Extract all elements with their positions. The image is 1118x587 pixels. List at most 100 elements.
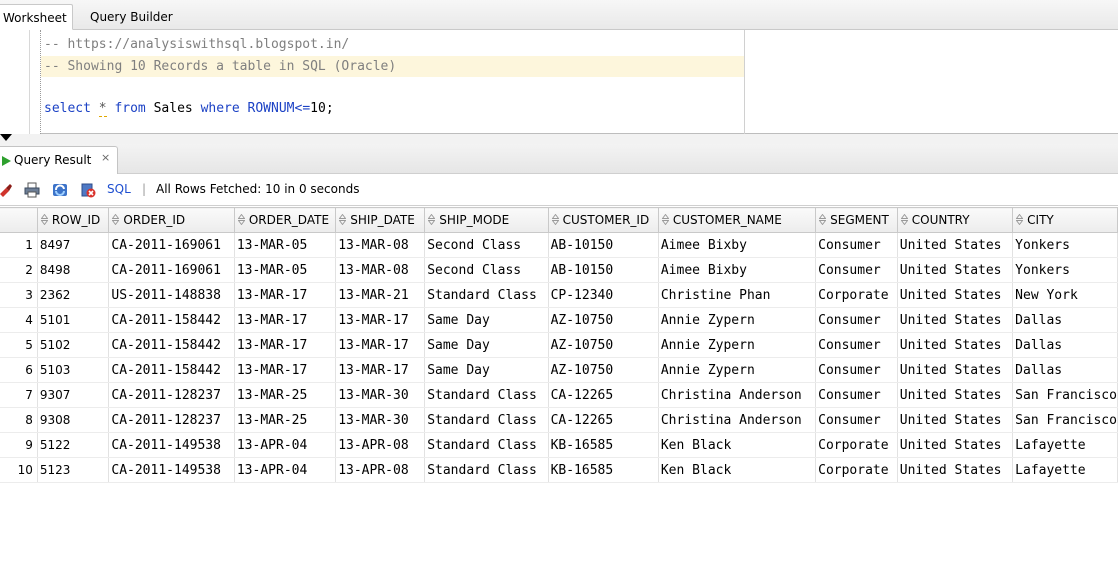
table-cell[interactable]: Consumer	[815, 382, 898, 408]
table-cell[interactable]: Standard Class	[424, 382, 549, 408]
table-cell[interactable]: Lafayette	[1012, 457, 1118, 483]
table-row[interactable]: 3 2362 US-2011-148838 13-MAR-17 13-MAR-21 Sta…	[0, 282, 1118, 308]
table-cell[interactable]: United States	[897, 332, 1014, 358]
table-cell[interactable]: AB-10150	[548, 232, 659, 258]
table-cell[interactable]: San Francisco	[1012, 382, 1118, 408]
table-cell[interactable]: Yonkers	[1012, 257, 1118, 283]
table-cell[interactable]: 13-MAR-08	[335, 257, 426, 283]
table-cell[interactable]: United States	[897, 257, 1014, 283]
close-icon[interactable]: ×	[101, 151, 110, 164]
column-header-city[interactable]: CITY	[1012, 207, 1118, 233]
table-cell[interactable]: 13-MAR-17	[234, 357, 337, 383]
table-row[interactable]: 5 5102 CA-2011-158442 13-MAR-17 13-MAR-17 Sam…	[0, 332, 1118, 358]
table-row[interactable]: 9 5122 CA-2011-149538 13-APR-04 13-APR-08 Sta…	[0, 432, 1118, 458]
table-cell[interactable]: Corporate	[815, 432, 898, 458]
table-cell[interactable]: CA-12265	[548, 407, 659, 433]
column-header-order-date[interactable]: ORDER_DATE	[233, 207, 337, 233]
table-cell[interactable]: Christina Anderson	[658, 407, 817, 433]
table-cell[interactable]: CA-2011-149538	[108, 432, 235, 458]
table-row[interactable]: 8 9308 CA-2011-128237 13-MAR-25 13-MAR-30 Sta…	[0, 407, 1118, 433]
table-cell[interactable]: 13-MAR-17	[335, 332, 426, 358]
tab-worksheet[interactable]: Worksheet	[0, 4, 73, 30]
table-cell[interactable]: New York	[1012, 282, 1118, 308]
table-cell[interactable]: United States	[897, 282, 1014, 308]
table-cell[interactable]: Aimee Bixby	[658, 232, 817, 258]
table-cell[interactable]: Annie Zypern	[658, 357, 817, 383]
table-cell[interactable]: 9308	[37, 407, 110, 433]
table-cell[interactable]: Christine Phan	[658, 282, 817, 308]
table-cell[interactable]: 13-MAR-25	[234, 382, 337, 408]
tab-query-builder[interactable]: Query Builder	[82, 4, 181, 30]
column-header-row-id[interactable]: ROW_ID	[36, 207, 110, 233]
table-cell[interactable]: Yonkers	[1012, 232, 1118, 258]
table-cell[interactable]: US-2011-148838	[108, 282, 235, 308]
table-cell[interactable]: Dallas	[1012, 357, 1118, 383]
table-cell[interactable]: AZ-10750	[548, 357, 659, 383]
table-cell[interactable]: United States	[897, 232, 1014, 258]
table-row[interactable]: 1 8497 CA-2011-169061 13-MAR-05 13-MAR-08 Sec…	[0, 232, 1118, 258]
table-cell[interactable]: Standard Class	[424, 282, 549, 308]
table-cell[interactable]: United States	[897, 432, 1014, 458]
table-cell[interactable]: Second Class	[424, 232, 549, 258]
refresh-icon[interactable]	[52, 182, 68, 198]
table-cell[interactable]: United States	[897, 407, 1014, 433]
table-cell[interactable]: 5102	[37, 332, 110, 358]
table-cell[interactable]: 5101	[37, 307, 110, 333]
table-cell[interactable]: Same Day	[424, 332, 549, 358]
table-cell[interactable]: United States	[897, 307, 1014, 333]
table-cell[interactable]: Christina Anderson	[658, 382, 817, 408]
table-cell[interactable]: Lafayette	[1012, 432, 1118, 458]
table-cell[interactable]: Dallas	[1012, 307, 1118, 333]
table-cell[interactable]: KB-16585	[548, 432, 659, 458]
table-cell[interactable]: Same Day	[424, 357, 549, 383]
table-cell[interactable]: 13-MAR-17	[234, 332, 337, 358]
table-cell[interactable]: 8497	[37, 232, 110, 258]
column-header-segment[interactable]: SEGMENT	[815, 207, 898, 233]
table-cell[interactable]: KB-16585	[548, 457, 659, 483]
table-cell[interactable]: 2362	[37, 282, 110, 308]
table-cell[interactable]: 13-MAR-30	[335, 407, 426, 433]
table-cell[interactable]: Second Class	[424, 257, 549, 283]
table-row[interactable]: 10 5123 CA-2011-149538 13-APR-04 13-APR-08 St…	[0, 457, 1118, 483]
table-cell[interactable]: CA-2011-158442	[108, 357, 235, 383]
table-cell[interactable]: Consumer	[815, 357, 898, 383]
table-cell[interactable]: CA-2011-158442	[108, 332, 235, 358]
table-cell[interactable]: 13-MAR-17	[335, 357, 426, 383]
table-cell[interactable]: Ken Black	[658, 432, 817, 458]
table-cell[interactable]: Corporate	[815, 457, 898, 483]
table-cell[interactable]: 13-APR-08	[335, 457, 426, 483]
table-cell[interactable]: CA-2011-128237	[108, 407, 235, 433]
table-cell[interactable]: CP-12340	[548, 282, 659, 308]
table-cell[interactable]: Annie Zypern	[658, 307, 817, 333]
table-cell[interactable]: Consumer	[815, 232, 898, 258]
table-cell[interactable]: CA-12265	[548, 382, 659, 408]
table-cell[interactable]: AZ-10750	[548, 332, 659, 358]
table-cell[interactable]: 13-MAR-17	[234, 282, 337, 308]
table-cell[interactable]: Dallas	[1012, 332, 1118, 358]
table-cell[interactable]: 13-MAR-05	[234, 257, 337, 283]
table-cell[interactable]: Same Day	[424, 307, 549, 333]
print-icon[interactable]	[24, 182, 40, 198]
table-cell[interactable]: CA-2011-128237	[108, 382, 235, 408]
table-cell[interactable]: Consumer	[815, 307, 898, 333]
table-cell[interactable]: Standard Class	[424, 457, 549, 483]
table-cell[interactable]: AB-10150	[548, 257, 659, 283]
table-row[interactable]: 4 5101 CA-2011-158442 13-MAR-17 13-MAR-17 Sam…	[0, 307, 1118, 333]
tab-query-result[interactable]: Query Result ×	[0, 146, 118, 174]
table-cell[interactable]: CA-2011-169061	[108, 232, 235, 258]
column-header-customer-name[interactable]: CUSTOMER_NAME	[657, 207, 817, 233]
table-cell[interactable]: United States	[897, 457, 1014, 483]
table-cell[interactable]: 8498	[37, 257, 110, 283]
table-cell[interactable]: 13-MAR-17	[234, 307, 337, 333]
column-header-customer-id[interactable]: CUSTOMER_ID	[547, 207, 659, 233]
table-cell[interactable]: 5123	[37, 457, 110, 483]
table-cell[interactable]: 5103	[37, 357, 110, 383]
table-cell[interactable]: Corporate	[815, 282, 898, 308]
table-cell[interactable]: 9307	[37, 382, 110, 408]
table-cell[interactable]: United States	[897, 382, 1014, 408]
table-row[interactable]: 7 9307 CA-2011-128237 13-MAR-25 13-MAR-30 Sta…	[0, 382, 1118, 408]
cancel-fetch-icon[interactable]	[80, 182, 96, 198]
table-cell[interactable]: Ken Black	[658, 457, 817, 483]
table-cell[interactable]: Consumer	[815, 332, 898, 358]
table-cell[interactable]: 13-MAR-30	[335, 382, 426, 408]
